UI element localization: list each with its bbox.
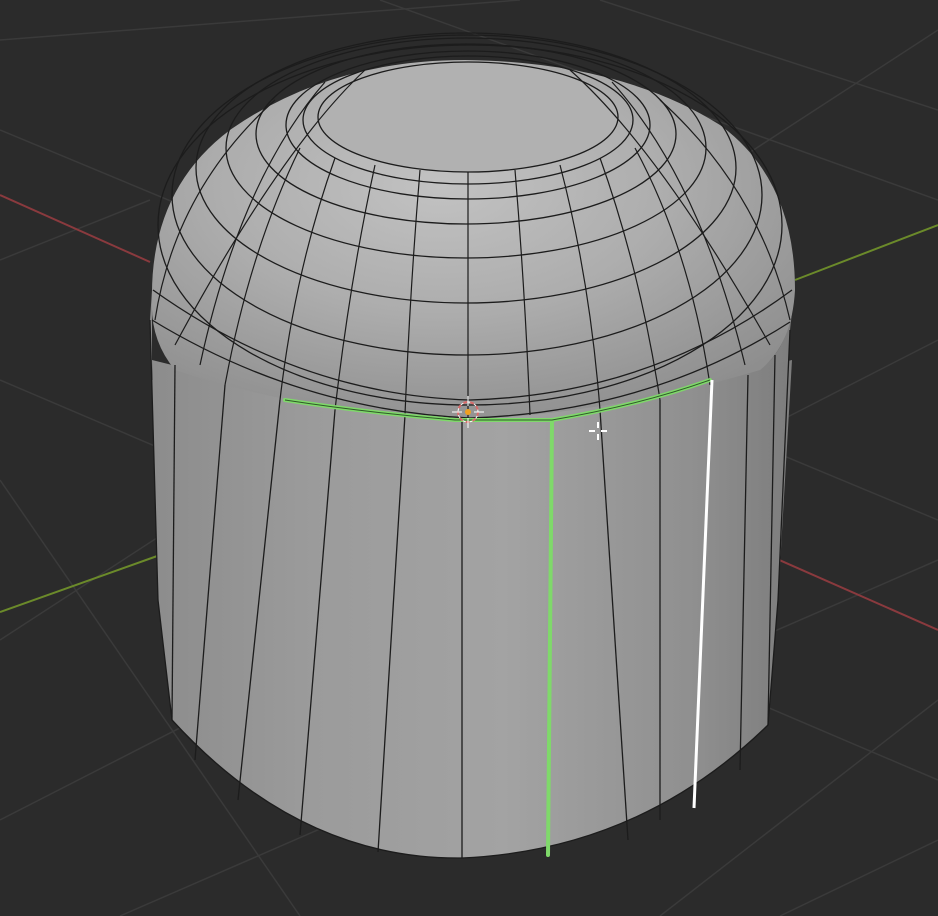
- top-cap[interactable]: [317, 61, 619, 173]
- 3d-viewport[interactable]: [0, 0, 938, 916]
- viewport-canvas[interactable]: [0, 0, 938, 916]
- mesh-object[interactable]: [149, 32, 795, 859]
